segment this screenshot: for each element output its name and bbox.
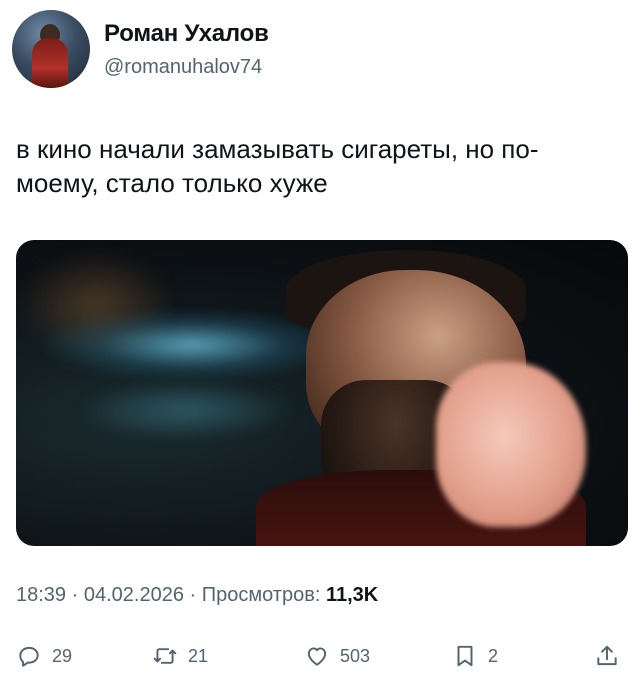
retweet-icon	[153, 648, 177, 664]
like-button[interactable]: 503	[304, 640, 370, 672]
meta-separator: ·	[66, 584, 84, 606]
tweet-media-image[interactable]	[16, 240, 628, 546]
views-label: Просмотров:	[201, 584, 321, 606]
tweet-header: Роман Ухалов @romanuhalov74	[0, 0, 640, 100]
author-name[interactable]: Роман Ухалов	[104, 20, 269, 48]
tweet-meta: 18:39 · 04.02.2026 · Просмотров: 11,3K	[16, 584, 378, 607]
share-button[interactable]	[594, 640, 620, 672]
like-count: 503	[340, 645, 371, 666]
bookmark-icon	[457, 645, 473, 667]
tweet-actions: 29 21 503 2	[0, 636, 640, 676]
reply-count: 29	[52, 645, 73, 666]
media-blurred-cigarette	[436, 362, 586, 527]
reply-button[interactable]: 29	[16, 640, 72, 672]
avatar[interactable]	[12, 10, 90, 88]
meta-separator: ·	[183, 584, 202, 606]
like-icon	[307, 647, 327, 666]
tweet-time[interactable]: 18:39	[16, 584, 66, 606]
share-icon	[597, 645, 617, 666]
avatar-figure-shape	[32, 38, 68, 88]
author-handle[interactable]: @romanuhalov74	[104, 56, 262, 79]
retweet-button[interactable]: 21	[152, 640, 208, 672]
bookmark-button[interactable]: 2	[452, 640, 498, 672]
media-teal-light	[76, 380, 296, 440]
tweet-date[interactable]: 04.02.2026	[84, 584, 184, 606]
bookmark-count: 2	[488, 645, 499, 666]
retweet-count: 21	[188, 645, 209, 666]
views-count: 11,3K	[325, 584, 379, 606]
reply-icon	[19, 646, 39, 667]
tweet-text: в кино начали замазывать сигареты, но по…	[16, 134, 539, 198]
